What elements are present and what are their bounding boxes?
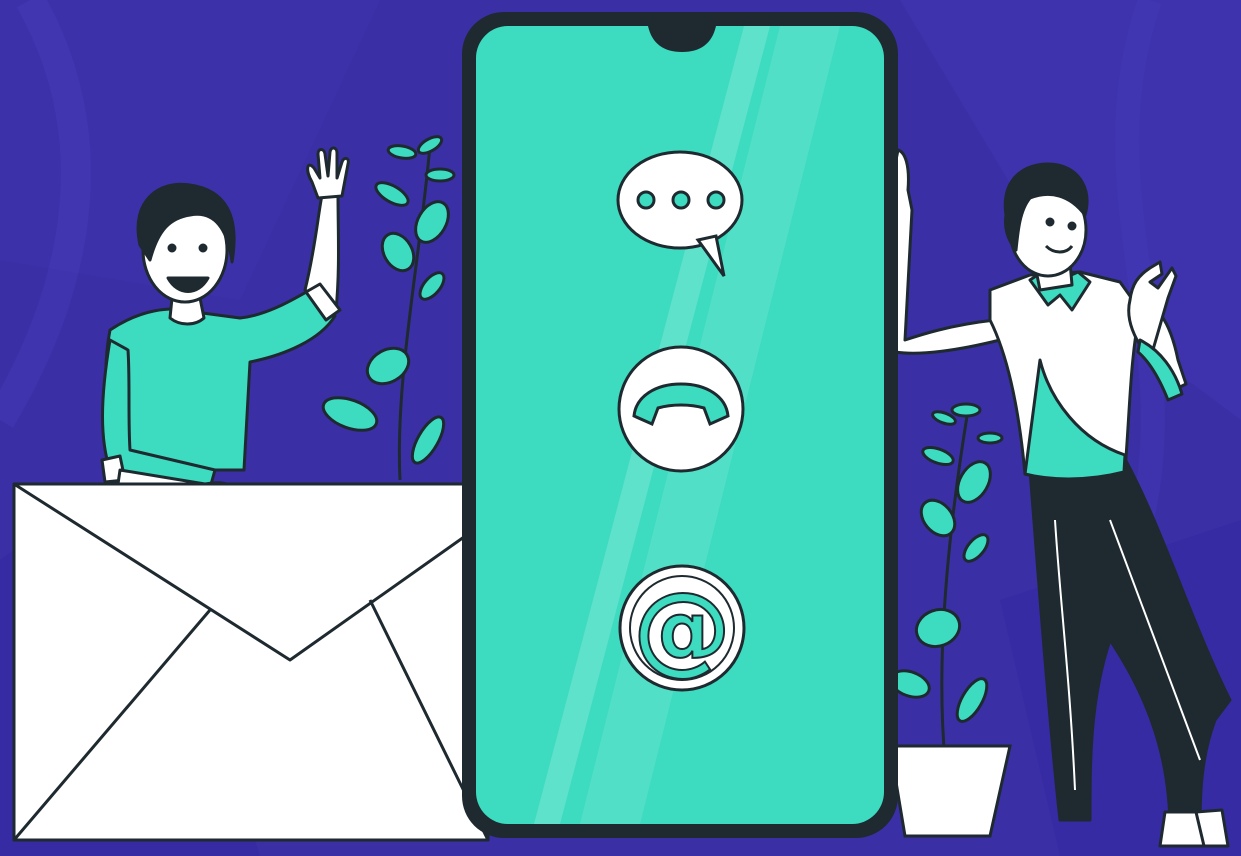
at-sign-icon: @	[618, 564, 746, 692]
phone-handset-icon	[617, 345, 745, 473]
envelope	[12, 482, 490, 842]
contact-illustration: @	[0, 0, 1241, 856]
plant-pot	[888, 744, 1012, 838]
at-sign-label: @	[633, 572, 731, 686]
